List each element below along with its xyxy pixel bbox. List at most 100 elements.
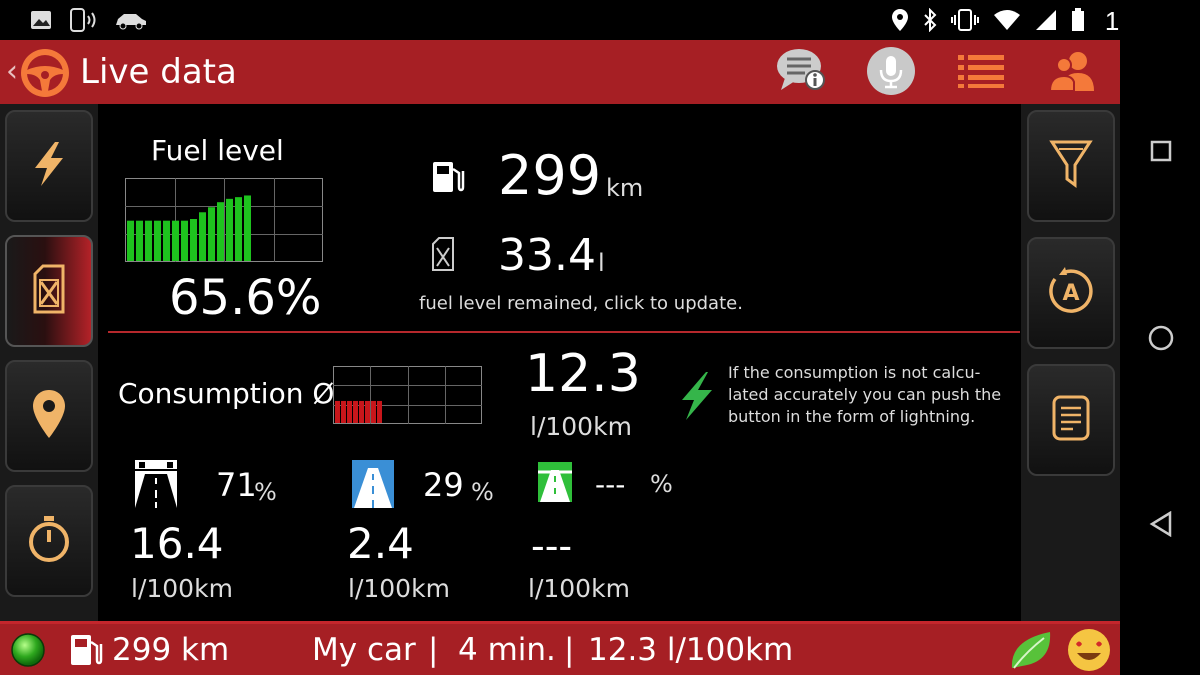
motorway-percent: --- [595, 468, 626, 501]
fuel-pump-bottom-icon [68, 632, 104, 672]
fuel-history-bar [190, 219, 197, 261]
fuel-canister-small-icon [430, 236, 456, 276]
motorway-consumption-unit: l/100km [528, 574, 630, 603]
consumption-chart[interactable] [333, 366, 482, 424]
sidebar-item-lightning[interactable] [5, 110, 93, 222]
trip-summary-bar[interactable]: 299 km My car | 4 min. | 12.3 l/100km [0, 621, 1120, 675]
consumption-history-bar [347, 400, 352, 423]
consumption-history-bar [335, 400, 340, 423]
fuel-history-bar [199, 212, 206, 261]
recalculate-lightning-button[interactable] [676, 370, 716, 426]
lightning-green-icon [682, 372, 712, 420]
fuel-history-bar [235, 197, 242, 261]
city-percent-unit: % [254, 478, 277, 506]
highway-road-icon [352, 460, 394, 512]
bottom-separator-1: | [428, 632, 439, 668]
list-menu-button[interactable] [954, 46, 1008, 100]
sidebar-item-filter[interactable] [1027, 110, 1115, 222]
system-nav-bar [1120, 0, 1200, 675]
fuel-history-bar [244, 195, 251, 261]
auto-icon: A [1045, 265, 1097, 321]
app-header: ‹ Live data [0, 40, 1120, 104]
fuel-history-bar [172, 220, 179, 261]
stopwatch-icon [26, 514, 72, 568]
fuel-level-title: Fuel level [151, 134, 284, 167]
fuel-history-bar [163, 220, 170, 261]
consumption-unit: l/100km [530, 412, 632, 441]
bottom-range: 299 km [112, 632, 230, 668]
bottom-duration: 4 min. [458, 632, 556, 668]
consumption-history-bar [353, 400, 358, 423]
steering-wheel-logo-icon[interactable] [18, 46, 72, 100]
microphone-button[interactable] [864, 46, 918, 100]
fuel-level-chart[interactable] [125, 178, 323, 262]
fuel-update-note[interactable]: fuel level remained, click to update. [419, 293, 743, 314]
message-info-button[interactable] [774, 46, 828, 100]
location-icon [891, 8, 909, 36]
bottom-consumption: 12.3 l/100km [588, 632, 794, 668]
fuel-history-bar [181, 220, 188, 261]
profile-icon [1048, 49, 1098, 97]
message-info-icon [775, 46, 827, 100]
phone-signal-icon [68, 8, 98, 36]
highway-percent: 29 [423, 466, 464, 504]
left-sidebar [0, 104, 98, 621]
bottom-car-name: My car [312, 632, 416, 668]
city-percent: 71 [216, 466, 257, 504]
list-icon [956, 53, 1006, 93]
city-consumption-value: 16.4 [130, 519, 224, 568]
vibrate-icon [950, 8, 979, 36]
consumption-title: Consumption Ø [118, 377, 335, 410]
motorway-consumption-value: --- [531, 524, 573, 568]
motorway-percent-unit: % [650, 470, 673, 498]
back-button[interactable]: ‹ [6, 54, 18, 89]
consumption-history-bar [371, 400, 376, 423]
fuel-volume-value: 33.4 [498, 230, 596, 281]
sidebar-item-stopwatch[interactable] [5, 485, 93, 597]
profile-button[interactable] [1046, 46, 1100, 100]
signal-icon [1035, 9, 1057, 35]
home-button[interactable] [1148, 325, 1174, 355]
lightning-icon [29, 140, 69, 192]
highway-percent-unit: % [471, 478, 494, 506]
eco-leaf-icon [1008, 628, 1054, 675]
circle-icon [1148, 325, 1174, 351]
fuel-history-bar [154, 220, 161, 261]
filter-icon [1049, 139, 1093, 193]
consumption-value: 12.3 [525, 344, 641, 404]
fuel-range-value: 299 [498, 144, 602, 207]
image-icon [30, 10, 52, 34]
fuel-history-bar [127, 220, 134, 261]
fuel-range-unit: km [606, 174, 644, 202]
fuel-history-bar [136, 220, 143, 261]
city-consumption-unit: l/100km [131, 574, 233, 603]
car-icon [114, 10, 148, 34]
document-icon [1051, 394, 1091, 446]
fuel-volume-unit: l [598, 249, 605, 277]
back-nav-button[interactable] [1149, 510, 1173, 541]
wifi-icon [993, 9, 1021, 35]
section-divider [108, 331, 1020, 333]
bluetooth-icon [923, 7, 937, 36]
location-pin-icon [31, 388, 67, 444]
triangle-back-icon [1149, 510, 1172, 538]
recent-apps-button[interactable] [1150, 140, 1172, 166]
consumption-history-bar [341, 400, 346, 423]
sidebar-item-location[interactable] [5, 360, 93, 472]
microphone-icon [866, 46, 916, 100]
sidebar-item-document[interactable] [1027, 364, 1115, 476]
city-road-icon [135, 460, 177, 512]
bottom-separator-2: | [564, 632, 575, 668]
sidebar-item-fuel[interactable] [5, 235, 93, 347]
sidebar-item-auto[interactable]: A [1027, 237, 1115, 349]
fuel-pump-icon [430, 159, 466, 199]
system-status-bar: 10:51 [0, 0, 1200, 40]
consumption-hint: If the consumption is not calcu- lated a… [728, 363, 1002, 426]
fuel-history-bar [217, 202, 224, 261]
page-title: Live data [80, 52, 237, 92]
connection-status-icon [10, 632, 46, 672]
consumption-history-bar [359, 400, 364, 423]
consumption-history-bar [377, 400, 382, 423]
square-icon [1150, 140, 1172, 162]
live-data-panel: Fuel level 65.6% 299 km 33.4 l fuel leve… [98, 104, 1021, 621]
